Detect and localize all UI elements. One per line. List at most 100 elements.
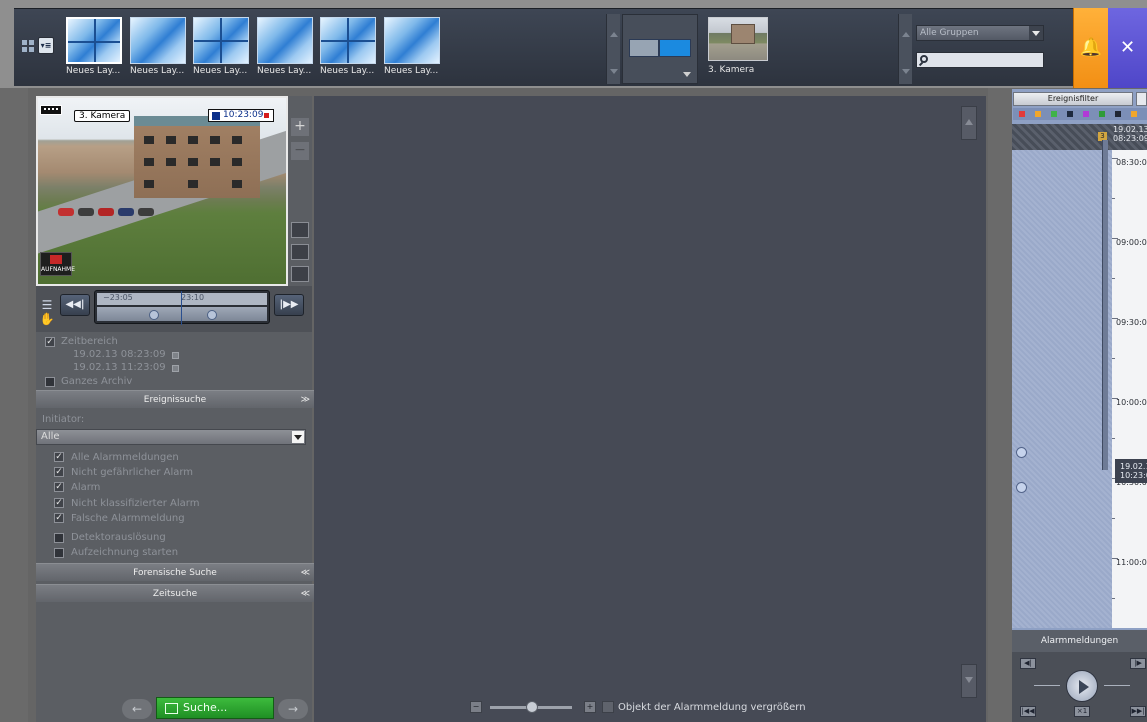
expand-icon[interactable]: ≪ — [301, 564, 310, 582]
rewind-button[interactable]: ◀◀| — [60, 294, 90, 316]
section-forensische-suche[interactable]: Forensische Suche ≪ — [36, 563, 314, 581]
alarm-filter-checkbox[interactable]: ✓ — [54, 467, 64, 477]
layouts-scrollbar[interactable] — [606, 14, 620, 84]
expand-icon[interactable]: ≪ — [301, 585, 310, 603]
event-filter-label: Aufzeichnung starten — [71, 547, 179, 558]
alarm-filter-checkbox[interactable]: ✓ — [54, 513, 64, 523]
layout-thumb-1[interactable]: Neues Lay... — [66, 17, 122, 78]
snapshot-icon[interactable] — [291, 266, 309, 282]
monitor-icon[interactable] — [291, 222, 309, 238]
legend-orange-icon[interactable] — [1035, 111, 1041, 117]
section-ereignissuche[interactable]: Ereignissuche ≫ — [36, 390, 314, 408]
scroll-up-icon[interactable] — [610, 32, 618, 37]
initiator-label: Initiator: — [42, 414, 85, 425]
results-panel — [314, 96, 986, 722]
scroll-up-icon[interactable] — [902, 32, 910, 37]
section-zeitsuche[interactable]: Zeitsuche ≪ — [36, 584, 314, 602]
camera-video[interactable] — [36, 96, 288, 286]
timeline-recording-bar[interactable] — [1102, 140, 1108, 470]
calendar-icon[interactable] — [1136, 92, 1147, 106]
scroll-down-icon[interactable] — [610, 69, 618, 74]
layout-thumb-3[interactable]: Neues Lay... — [193, 17, 249, 78]
time-to[interactable]: 19.02.13 11:23:09 — [73, 362, 166, 373]
calendar-icon[interactable] — [172, 365, 179, 372]
mini-time-mid: 23:10 — [181, 293, 205, 302]
search-button[interactable]: Suche... — [156, 697, 274, 719]
event-filter-checkbox[interactable] — [54, 548, 64, 558]
step-forward-icon[interactable]: |▶ — [1130, 658, 1146, 669]
camera-thumb[interactable]: 3. Kamera — [708, 17, 768, 79]
camera-search-input[interactable] — [916, 52, 1044, 68]
dropdown-arrow-icon[interactable] — [683, 72, 691, 77]
timeline-scale[interactable]: 08:30:0 09:00:0 09:30:0 10:00:0 10:30:0 … — [1112, 150, 1147, 628]
pause-icon[interactable] — [212, 112, 220, 120]
event-filter-checkbox[interactable] — [54, 533, 64, 543]
tick-label: 09:00:0 — [1116, 238, 1147, 247]
grid-type-select[interactable] — [622, 14, 698, 84]
zoom-slider-knob[interactable] — [526, 701, 538, 713]
collapse-icon[interactable]: ≫ — [301, 391, 310, 409]
list-view-icon[interactable]: ▾≡ — [38, 37, 54, 54]
scroll-down-icon[interactable] — [902, 69, 910, 74]
legend-red-icon[interactable] — [1019, 111, 1025, 117]
legend-green-icon[interactable] — [1051, 111, 1057, 117]
zoom-out-icon[interactable]: − — [470, 701, 482, 713]
alarms-tab[interactable]: 🔔 — [1073, 8, 1108, 88]
alarm-filter-checkbox[interactable]: ✓ — [54, 482, 64, 492]
layout-label: Neues Lay... — [66, 66, 121, 76]
alarm-filter-checkbox[interactable]: ✓ — [54, 498, 64, 508]
layout-preview — [384, 17, 440, 64]
tools-icon: ✕ — [1119, 37, 1136, 58]
grid-view-icon[interactable] — [22, 40, 34, 52]
grid-cell-icon — [629, 39, 659, 57]
zoom-option-checkbox[interactable] — [602, 701, 614, 713]
mini-timeline[interactable]: −23:05 23:10 — [94, 290, 270, 325]
legend-orange2-icon[interactable] — [1131, 111, 1137, 117]
fast-forward-button[interactable]: |▶▶ — [274, 294, 304, 316]
grid-cell-icon — [659, 39, 691, 57]
legend-dark-icon[interactable] — [1067, 111, 1073, 117]
alarm-filter-checkbox[interactable]: ✓ — [54, 452, 64, 462]
cameras-scrollbar[interactable] — [898, 14, 912, 84]
play-icon[interactable] — [1066, 670, 1098, 702]
time-from[interactable]: 19.02.13 08:23:09 — [73, 349, 166, 360]
export-icon[interactable] — [291, 244, 309, 260]
legend-purple-icon[interactable] — [1083, 111, 1089, 117]
play-back-icon[interactable] — [149, 310, 159, 320]
speed-icon[interactable]: ×1 — [1074, 706, 1090, 717]
legend-green2-icon[interactable] — [1099, 111, 1105, 117]
mini-timeline-cursor[interactable] — [181, 291, 182, 325]
alarms-header[interactable]: Alarmmeldungen — [1012, 630, 1147, 652]
to-end-icon[interactable]: ▶▶| — [1130, 706, 1146, 717]
to-start-icon[interactable]: |◀◀ — [1020, 706, 1036, 717]
mini-timeline-lower[interactable] — [97, 307, 267, 321]
dropdown-arrow-icon[interactable] — [1029, 26, 1043, 40]
layout-thumb-4[interactable]: Neues Lay... — [257, 17, 313, 78]
forward-arrow-icon[interactable]: → — [278, 699, 308, 719]
results-scroll-down[interactable] — [961, 664, 977, 698]
record-button[interactable]: AUFNAHME — [40, 252, 75, 276]
dropdown-arrow-icon[interactable] — [292, 431, 304, 443]
play-forward-icon[interactable] — [207, 310, 217, 320]
timeline-cursor-flag[interactable]: 19.02.1 10:23:0 — [1115, 459, 1147, 483]
initiator-select[interactable]: Alle — [36, 429, 306, 445]
back-arrow-icon[interactable]: ← — [122, 699, 152, 719]
step-back-icon[interactable]: ◀| — [1020, 658, 1036, 669]
hand-icon[interactable]: ☰ ✋ — [38, 298, 56, 326]
legend-dark2-icon[interactable] — [1115, 111, 1121, 117]
layout-thumb-2[interactable]: Neues Lay... — [130, 17, 186, 78]
event-filter-button[interactable]: Ereignisfilter — [1013, 92, 1133, 106]
zeitbereich-checkbox[interactable]: ✓ — [45, 337, 55, 347]
zoom-out-button[interactable]: − — [291, 142, 309, 160]
layout-thumb-5[interactable]: Neues Lay... — [320, 17, 376, 78]
results-scroll-up[interactable] — [961, 106, 977, 140]
ganzes-archiv-checkbox[interactable] — [45, 377, 55, 387]
layout-thumb-6[interactable]: Neues Lay... — [384, 17, 440, 78]
timeline-scroll-up-icon[interactable] — [1016, 447, 1027, 458]
zoom-in-button[interactable]: + — [291, 118, 309, 136]
settings-tab[interactable]: ✕ — [1108, 8, 1147, 88]
group-select[interactable]: Alle Gruppen — [916, 25, 1044, 41]
calendar-icon[interactable] — [172, 352, 179, 359]
timeline-scroll-down-icon[interactable] — [1016, 482, 1027, 493]
zoom-in-icon[interactable]: + — [584, 701, 596, 713]
